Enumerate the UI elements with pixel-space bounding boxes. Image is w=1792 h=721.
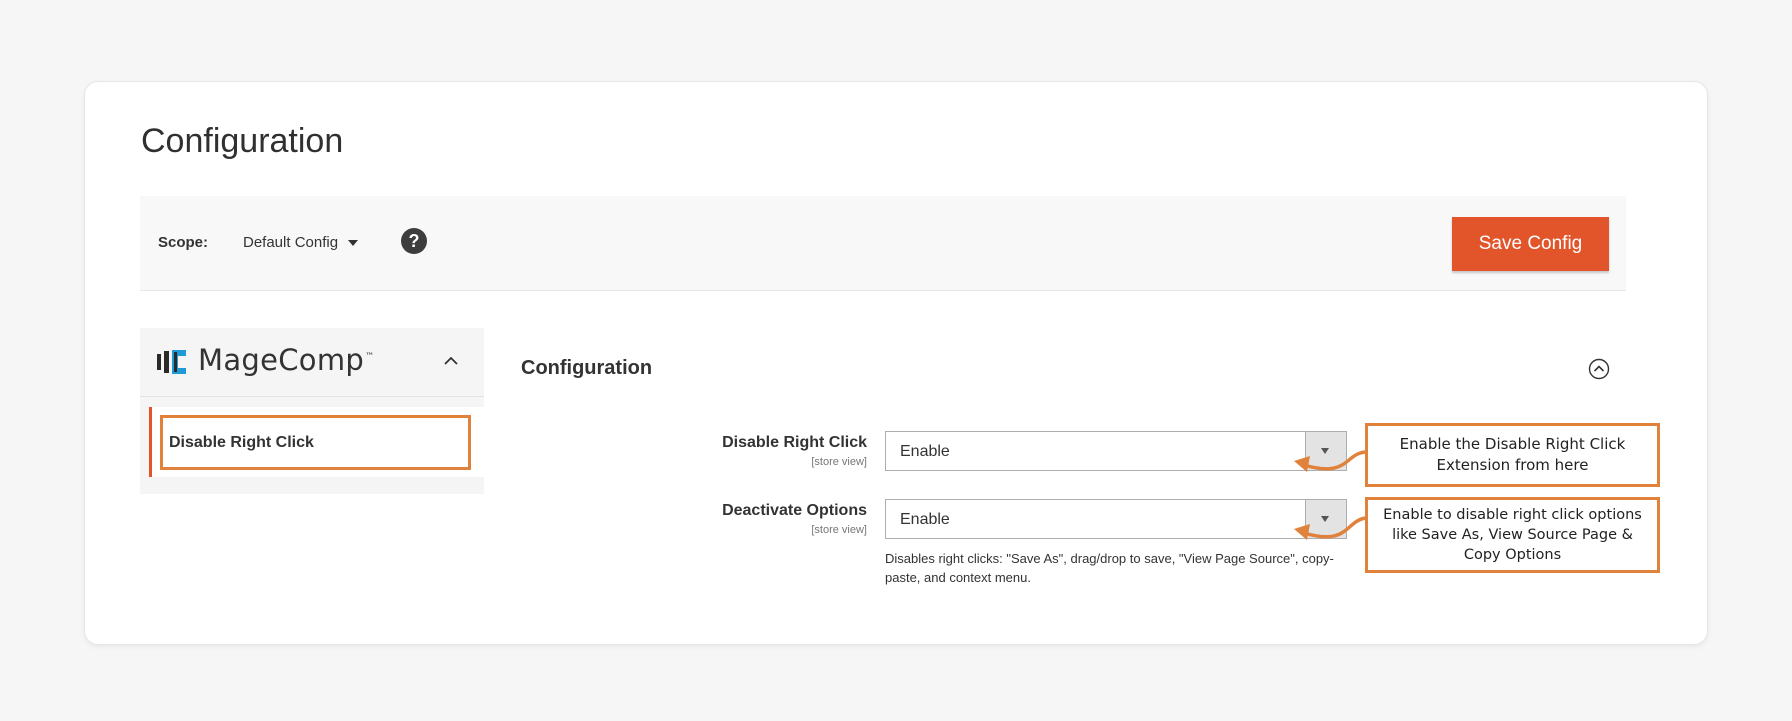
brand-name: MageComp™ — [198, 343, 375, 377]
annotation-arrow-icon — [1294, 450, 1366, 472]
help-icon[interactable]: ? — [401, 228, 427, 254]
scope-value: Default Config — [243, 234, 339, 251]
disable-right-click-select[interactable]: Enable — [885, 431, 1347, 471]
section-title[interactable]: Configuration — [521, 357, 652, 380]
field-note: Disables right clicks: "Save As", drag/d… — [885, 551, 1334, 585]
select-value: Enable — [900, 511, 950, 528]
chevron-up-icon — [444, 356, 458, 365]
annotation-callout: Enable the Disable Right Click Extension… — [1365, 423, 1660, 487]
scope-toolbar: Scope: Default Config ? Save Config — [140, 196, 1626, 291]
annotation-arrow-icon — [1294, 516, 1366, 540]
sidebar-item-label[interactable]: Disable Right Click — [160, 415, 471, 470]
sidebar-group-magecomp[interactable]: MageComp™ — [140, 328, 484, 397]
save-config-button[interactable]: Save Config — [1452, 217, 1609, 271]
field-scope-disable-right-click: [store view] — [811, 456, 867, 468]
field-label-deactivate-options: Deactivate Options — [722, 502, 867, 519]
field-scope-deactivate-options: [store view] — [811, 524, 867, 536]
caret-down-icon — [348, 239, 359, 246]
page-title: Configuration — [141, 122, 344, 160]
select-value: Enable — [900, 443, 950, 460]
deactivate-options-select[interactable]: Enable — [885, 499, 1347, 539]
annotation-callout: Enable to disable right click options li… — [1365, 497, 1660, 573]
collapse-circle-icon[interactable] — [1588, 358, 1610, 380]
field-label-disable-right-click: Disable Right Click — [722, 434, 867, 451]
scope-switcher[interactable]: Default Config — [243, 234, 359, 251]
magecomp-logo-icon — [157, 350, 186, 374]
scope-label: Scope: — [158, 234, 209, 251]
